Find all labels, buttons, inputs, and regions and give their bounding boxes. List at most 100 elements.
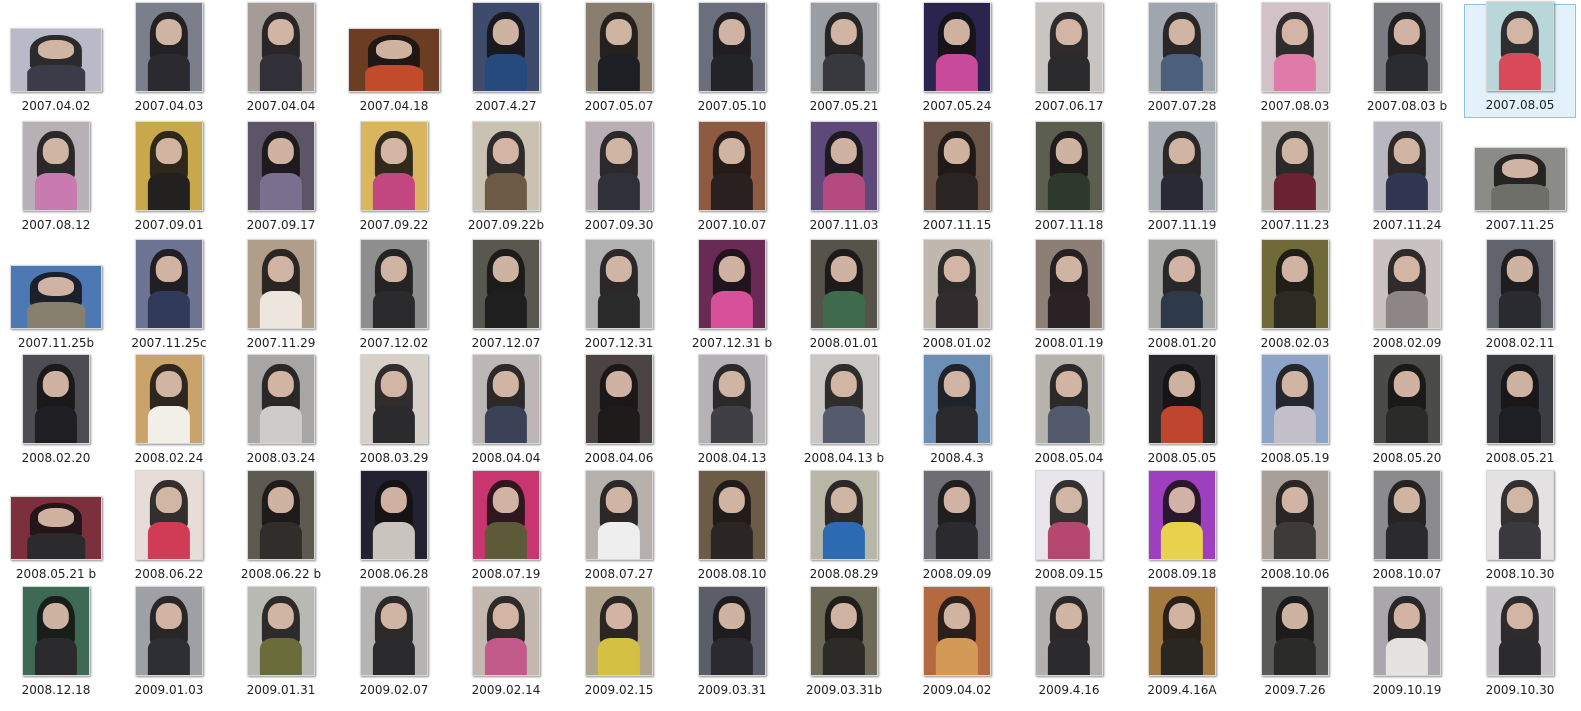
file-item[interactable]: 2007.04.03 [113,2,225,118]
file-item[interactable]: 2007.08.12 [0,121,112,237]
file-item[interactable]: 2007.11.15 [901,121,1013,237]
file-item[interactable]: 2007.04.02 [0,4,112,118]
thumbnail-shape [1047,291,1091,328]
file-item[interactable]: 2007.11.25 [1464,123,1576,237]
thumbnail-shape [597,291,641,328]
file-item[interactable]: 2008.05.05 [1126,354,1238,470]
file-item[interactable]: 2008.02.03 [1239,239,1351,355]
file-item[interactable]: 2008.02.20 [0,354,112,470]
file-item[interactable]: 2008.01.19 [1013,239,1125,355]
file-item[interactable]: 2009.02.07 [338,586,450,702]
thumbnail-shape [492,255,520,283]
file-name: 2008.10.06 [1260,567,1330,581]
thumbnail-shape [1055,137,1083,165]
file-item[interactable]: 2007.12.07 [450,239,562,355]
file-item[interactable]: 2008.03.24 [225,354,337,470]
file-name: 2009.10.30 [1485,683,1555,697]
file-item[interactable]: 2008.05.19 [1239,354,1351,470]
file-item[interactable]: 2008.02.11 [1464,239,1576,355]
thumbnail-shape [597,406,641,443]
file-item[interactable]: 2007.05.21 [788,2,900,118]
file-item[interactable]: 2007.09.22b [450,121,562,237]
file-item[interactable]: 2007.11.18 [1013,121,1125,237]
file-item[interactable]: 2007.04.04 [225,2,337,118]
file-item[interactable]: 2007.09.30 [563,121,675,237]
file-item[interactable]: 2007.09.17 [225,121,337,237]
file-item[interactable]: 2008.04.04 [450,354,562,470]
photo-thumbnail [923,470,991,560]
file-item[interactable]: 2008.08.10 [676,470,788,586]
file-item[interactable]: 2009.10.30 [1464,586,1576,702]
file-item[interactable]: 2009.4.16 [1013,586,1125,702]
file-item[interactable]: 2009.03.31b [788,586,900,702]
file-item[interactable]: 2008.04.13 [676,354,788,470]
thumbnail-shape [1281,137,1309,165]
file-item[interactable]: 2007.12.31 [563,239,675,355]
file-item[interactable]: 2008.04.13 b [788,354,900,470]
file-item[interactable]: 2007.11.24 [1351,121,1463,237]
file-item[interactable]: 2007.11.25b [0,241,112,355]
file-item[interactable]: 2007.09.01 [113,121,225,237]
file-item[interactable]: 2009.03.31 [676,586,788,702]
file-item[interactable]: 2007.11.03 [788,121,900,237]
file-item[interactable]: 2007.09.22 [338,121,450,237]
file-item[interactable]: 2007.11.23 [1239,121,1351,237]
file-item[interactable]: 2008.09.09 [901,470,1013,586]
file-item[interactable]: 2007.11.19 [1126,121,1238,237]
file-item[interactable]: 2007.08.05 [1464,1,1576,118]
file-item[interactable]: 2008.06.28 [338,470,450,586]
file-item[interactable]: 2007.05.10 [676,2,788,118]
file-item[interactable]: 2008.09.15 [1013,470,1125,586]
file-item[interactable]: 2008.12.18 [0,586,112,702]
file-item[interactable]: 2008.06.22 b [225,470,337,586]
file-item[interactable]: 2007.06.17 [1013,2,1125,118]
file-item[interactable]: 2008.02.09 [1351,239,1463,355]
file-item[interactable]: 2009.04.02 [901,586,1013,702]
thumbnail-shape [1168,602,1196,630]
file-item[interactable]: 2008.05.21 b [0,472,112,586]
file-item[interactable]: 2008.01.01 [788,239,900,355]
file-item[interactable]: 2007.04.18 [338,4,450,118]
file-item[interactable]: 2009.4.16A [1126,586,1238,702]
file-item[interactable]: 2009.01.03 [113,586,225,702]
file-item[interactable]: 2008.4.3 [901,354,1013,470]
file-item[interactable]: 2007.11.25c [113,239,225,355]
thumbnail-shape [1281,18,1309,46]
file-item[interactable]: 2009.10.19 [1351,586,1463,702]
file-item[interactable]: 2007.07.28 [1126,2,1238,118]
file-item[interactable]: 2008.10.07 [1351,470,1463,586]
file-item[interactable]: 2008.05.21 [1464,354,1576,470]
thumbnail-shape [1498,53,1542,90]
file-item[interactable]: 2009.7.26 [1239,586,1351,702]
file-item[interactable]: 2009.01.31 [225,586,337,702]
file-item[interactable]: 2007.08.03 b [1351,2,1463,118]
file-item[interactable]: 2008.10.30 [1464,470,1576,586]
file-item[interactable]: 2008.03.29 [338,354,450,470]
file-item[interactable]: 2008.07.19 [450,470,562,586]
file-name: 2007.05.07 [584,99,654,113]
file-item[interactable]: 2007.12.31 b [676,239,788,355]
file-item[interactable]: 2007.12.02 [338,239,450,355]
file-item[interactable]: 2009.02.15 [563,586,675,702]
file-item[interactable]: 2008.01.02 [901,239,1013,355]
file-item[interactable]: 2007.05.24 [901,2,1013,118]
file-item[interactable]: 2008.04.06 [563,354,675,470]
file-item[interactable]: 2007.11.29 [225,239,337,355]
thumbnail-shape [1393,370,1421,398]
file-item[interactable]: 2009.02.14 [450,586,562,702]
file-item[interactable]: 2008.06.22 [113,470,225,586]
file-item[interactable]: 2007.05.07 [563,2,675,118]
file-item[interactable]: 2008.10.06 [1239,470,1351,586]
file-item[interactable]: 2008.01.20 [1126,239,1238,355]
file-item[interactable]: 2007.4.27 [450,2,562,118]
file-item[interactable]: 2008.09.18 [1126,470,1238,586]
file-item[interactable]: 2008.05.04 [1013,354,1125,470]
file-item[interactable]: 2008.05.20 [1351,354,1463,470]
file-item[interactable]: 2007.10.07 [676,121,788,237]
file-item[interactable]: 2008.07.27 [563,470,675,586]
thumbnail-shape [1281,486,1309,514]
file-item[interactable]: 2008.02.24 [113,354,225,470]
file-item[interactable]: 2007.08.03 [1239,2,1351,118]
thumbnail-shape [1393,486,1421,514]
file-item[interactable]: 2008.08.29 [788,470,900,586]
